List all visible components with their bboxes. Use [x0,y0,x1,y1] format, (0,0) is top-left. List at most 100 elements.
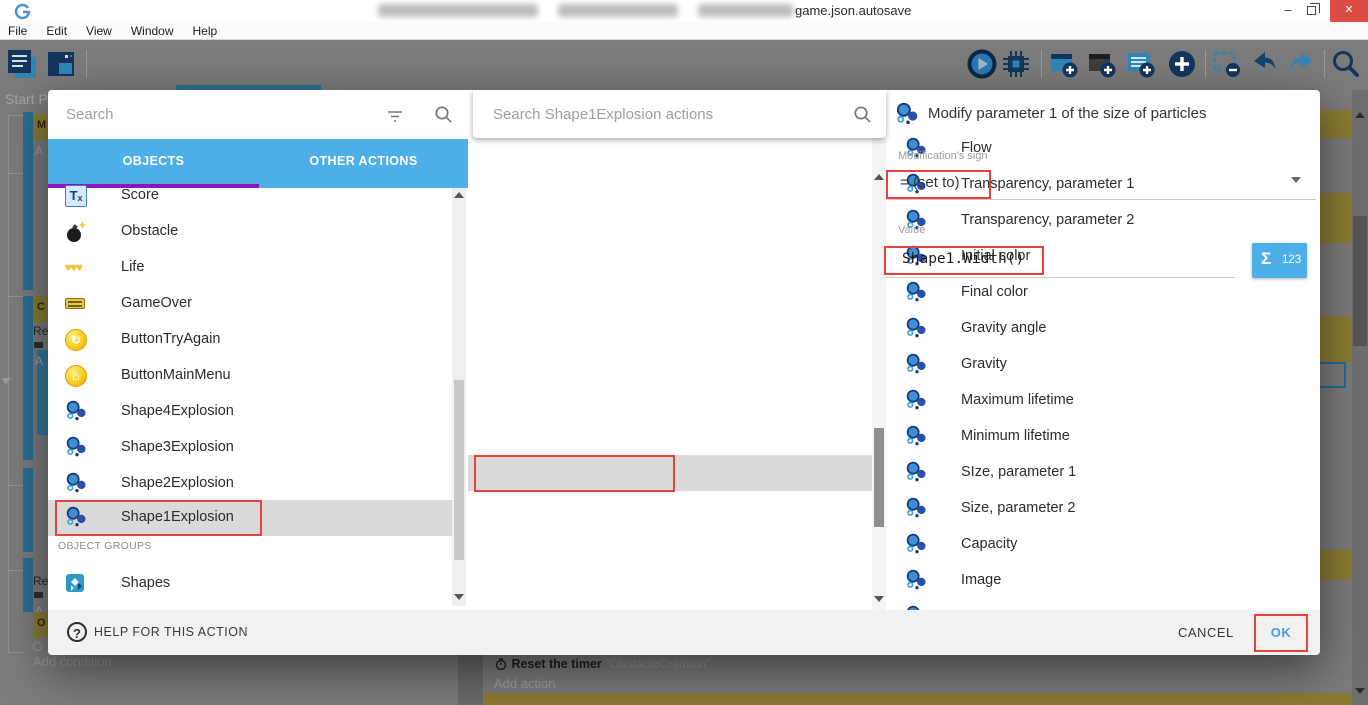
action-row-image[interactable]: Image [468,563,886,599]
background-scrollbar [1352,90,1368,705]
group-row-shapes[interactable]: Shapes [48,566,452,602]
gameover-banner-icon [65,293,87,315]
scroll-down-icon[interactable] [874,596,884,602]
collapse-arrow-icon [1,378,11,384]
action-row-minimum-lifetime[interactable]: Minimum lifetime [468,419,886,455]
object-row-shape2explosion[interactable]: Shape2Explosion [48,466,452,502]
dialog-footer: ? HELP FOR THIS ACTION CANCEL OK [48,610,1320,655]
action-row-maximum-lifetime[interactable]: Maximum lifetime [468,383,886,419]
remove-selection-icon [1211,48,1243,80]
object-row-shape1explosion[interactable]: Shape1Explosion [48,500,452,536]
action-row-gravity-angle[interactable]: Gravity angle [468,311,886,347]
event-bar [23,468,33,552]
value-label: Value [898,224,925,236]
question-circle-icon [33,642,42,651]
app-window: game.json.autosave – ✕ File Edit View Wi… [0,0,1368,705]
object-row-shape4explosion[interactable]: Shape4Explosion [48,394,452,430]
object-row-shape3explosion[interactable]: Shape3Explosion [48,430,452,466]
action-row-final-color[interactable]: Final color [468,275,886,311]
menu-window[interactable]: Window [131,24,174,38]
particle-emitter-icon [905,497,928,520]
actions-search-input[interactable] [491,100,821,128]
object-row-buttontryagain[interactable]: ↻ ButtonTryAgain [48,322,452,358]
event-bar [23,558,33,612]
object-row-life[interactable]: ♥♥♥ Life [48,250,452,286]
action-icon [34,342,43,348]
background-action-row: Reset the timer "ObstacleCreation" [495,655,711,673]
action-row-gravity[interactable]: Gravity [468,347,886,383]
action-row-transparency-1[interactable]: Transparency, parameter 1 [468,167,886,203]
objects-search-input[interactable] [64,100,344,128]
close-button[interactable]: ✕ [1330,0,1368,22]
action-row-capacity[interactable]: Capacity [468,527,886,563]
chevron-down-icon [1291,177,1301,183]
blurred-title-text [698,4,793,17]
menu-file[interactable]: File [8,24,27,38]
particle-emitter-icon [905,353,928,376]
particle-emitter-icon [65,400,88,423]
search-icon [853,105,872,124]
object-row-gameover[interactable]: GameOver [48,286,452,322]
home-button-icon: ⌂ [65,365,87,387]
action-row-initial-color[interactable]: Initial color [468,239,886,275]
event-header [1320,193,1352,243]
menubar: File Edit View Window Help [0,22,1368,40]
object-row-buttonmainmenu[interactable]: ⌂ ButtonMainMenu [48,358,452,394]
event-bar [23,112,33,290]
object-row-obstacle[interactable]: ✦ Obstacle [48,214,452,250]
text-object-icon: Tₓ [65,185,87,207]
cancel-button[interactable]: CANCEL [1178,625,1234,640]
event-header: O [33,612,48,638]
action-title: Modify parameter 1 of the size of partic… [928,105,1206,122]
value-input[interactable] [900,246,1220,272]
scroll-down-icon[interactable] [454,594,464,600]
action-row-size-parameter-2[interactable]: Size, parameter 2 [468,491,886,527]
objects-scrollbar-thumb[interactable] [454,380,464,560]
object-groups-header: OBJECT GROUPS [58,540,152,552]
ok-button[interactable]: OK [1254,614,1308,652]
menu-view[interactable]: View [86,24,112,38]
event-header [1320,550,1352,580]
debug-icon [1000,48,1032,80]
particle-emitter-icon [905,389,928,412]
particle-emitter-icon [905,317,928,340]
restore-button[interactable] [1307,6,1316,15]
menu-edit[interactable]: Edit [46,24,67,38]
event-header-bar [483,693,1352,705]
toolbar-separator [1205,50,1206,78]
help-icon: ? [67,622,87,642]
action-row-transparency-2[interactable]: Transparency, parameter 2 [468,203,886,239]
bomb-icon: ✦ [65,221,87,243]
event-header: M [33,114,48,140]
undo-icon [1248,48,1280,80]
object-row-score[interactable]: Tₓ Score [48,178,452,214]
particle-emitter-icon [895,102,920,127]
retry-button-icon: ↻ [65,329,87,351]
sigma-icon: Σ [1261,249,1271,269]
particle-emitter-icon [65,472,88,495]
toolbar-separator [1041,50,1042,78]
scroll-up-icon[interactable] [874,174,884,180]
event-header [1320,316,1352,362]
sign-select[interactable]: = (set to) [900,174,960,191]
events-list-icon [6,48,38,80]
redo-icon [1286,48,1318,80]
actions-scrollbar[interactable] [872,138,886,610]
expression-builder-button[interactable]: Σ 123 [1252,243,1307,278]
play-button-icon [966,48,998,80]
scroll-up-icon[interactable] [454,192,464,198]
action-editor-dialog: OBJECTS OTHER ACTIONS Tₓ Score ✦ Obstacl… [48,90,1320,655]
menu-help[interactable]: Help [193,24,218,38]
scroll-up-icon [1355,112,1365,118]
particle-emitter-icon [905,569,928,592]
object-group-icon [65,573,87,595]
action-row-size-parameter-1[interactable]: SIze, parameter 1 [468,455,886,491]
actions-scrollbar-thumb[interactable] [874,428,884,527]
toolbar-separator [86,50,87,78]
minimize-button[interactable]: – [1278,0,1298,22]
particle-emitter-icon [905,461,928,484]
add-new-icon [1166,48,1198,80]
filter-icon[interactable] [386,107,404,125]
titlebar: game.json.autosave – ✕ [0,0,1368,22]
blurred-title-text [558,4,678,17]
